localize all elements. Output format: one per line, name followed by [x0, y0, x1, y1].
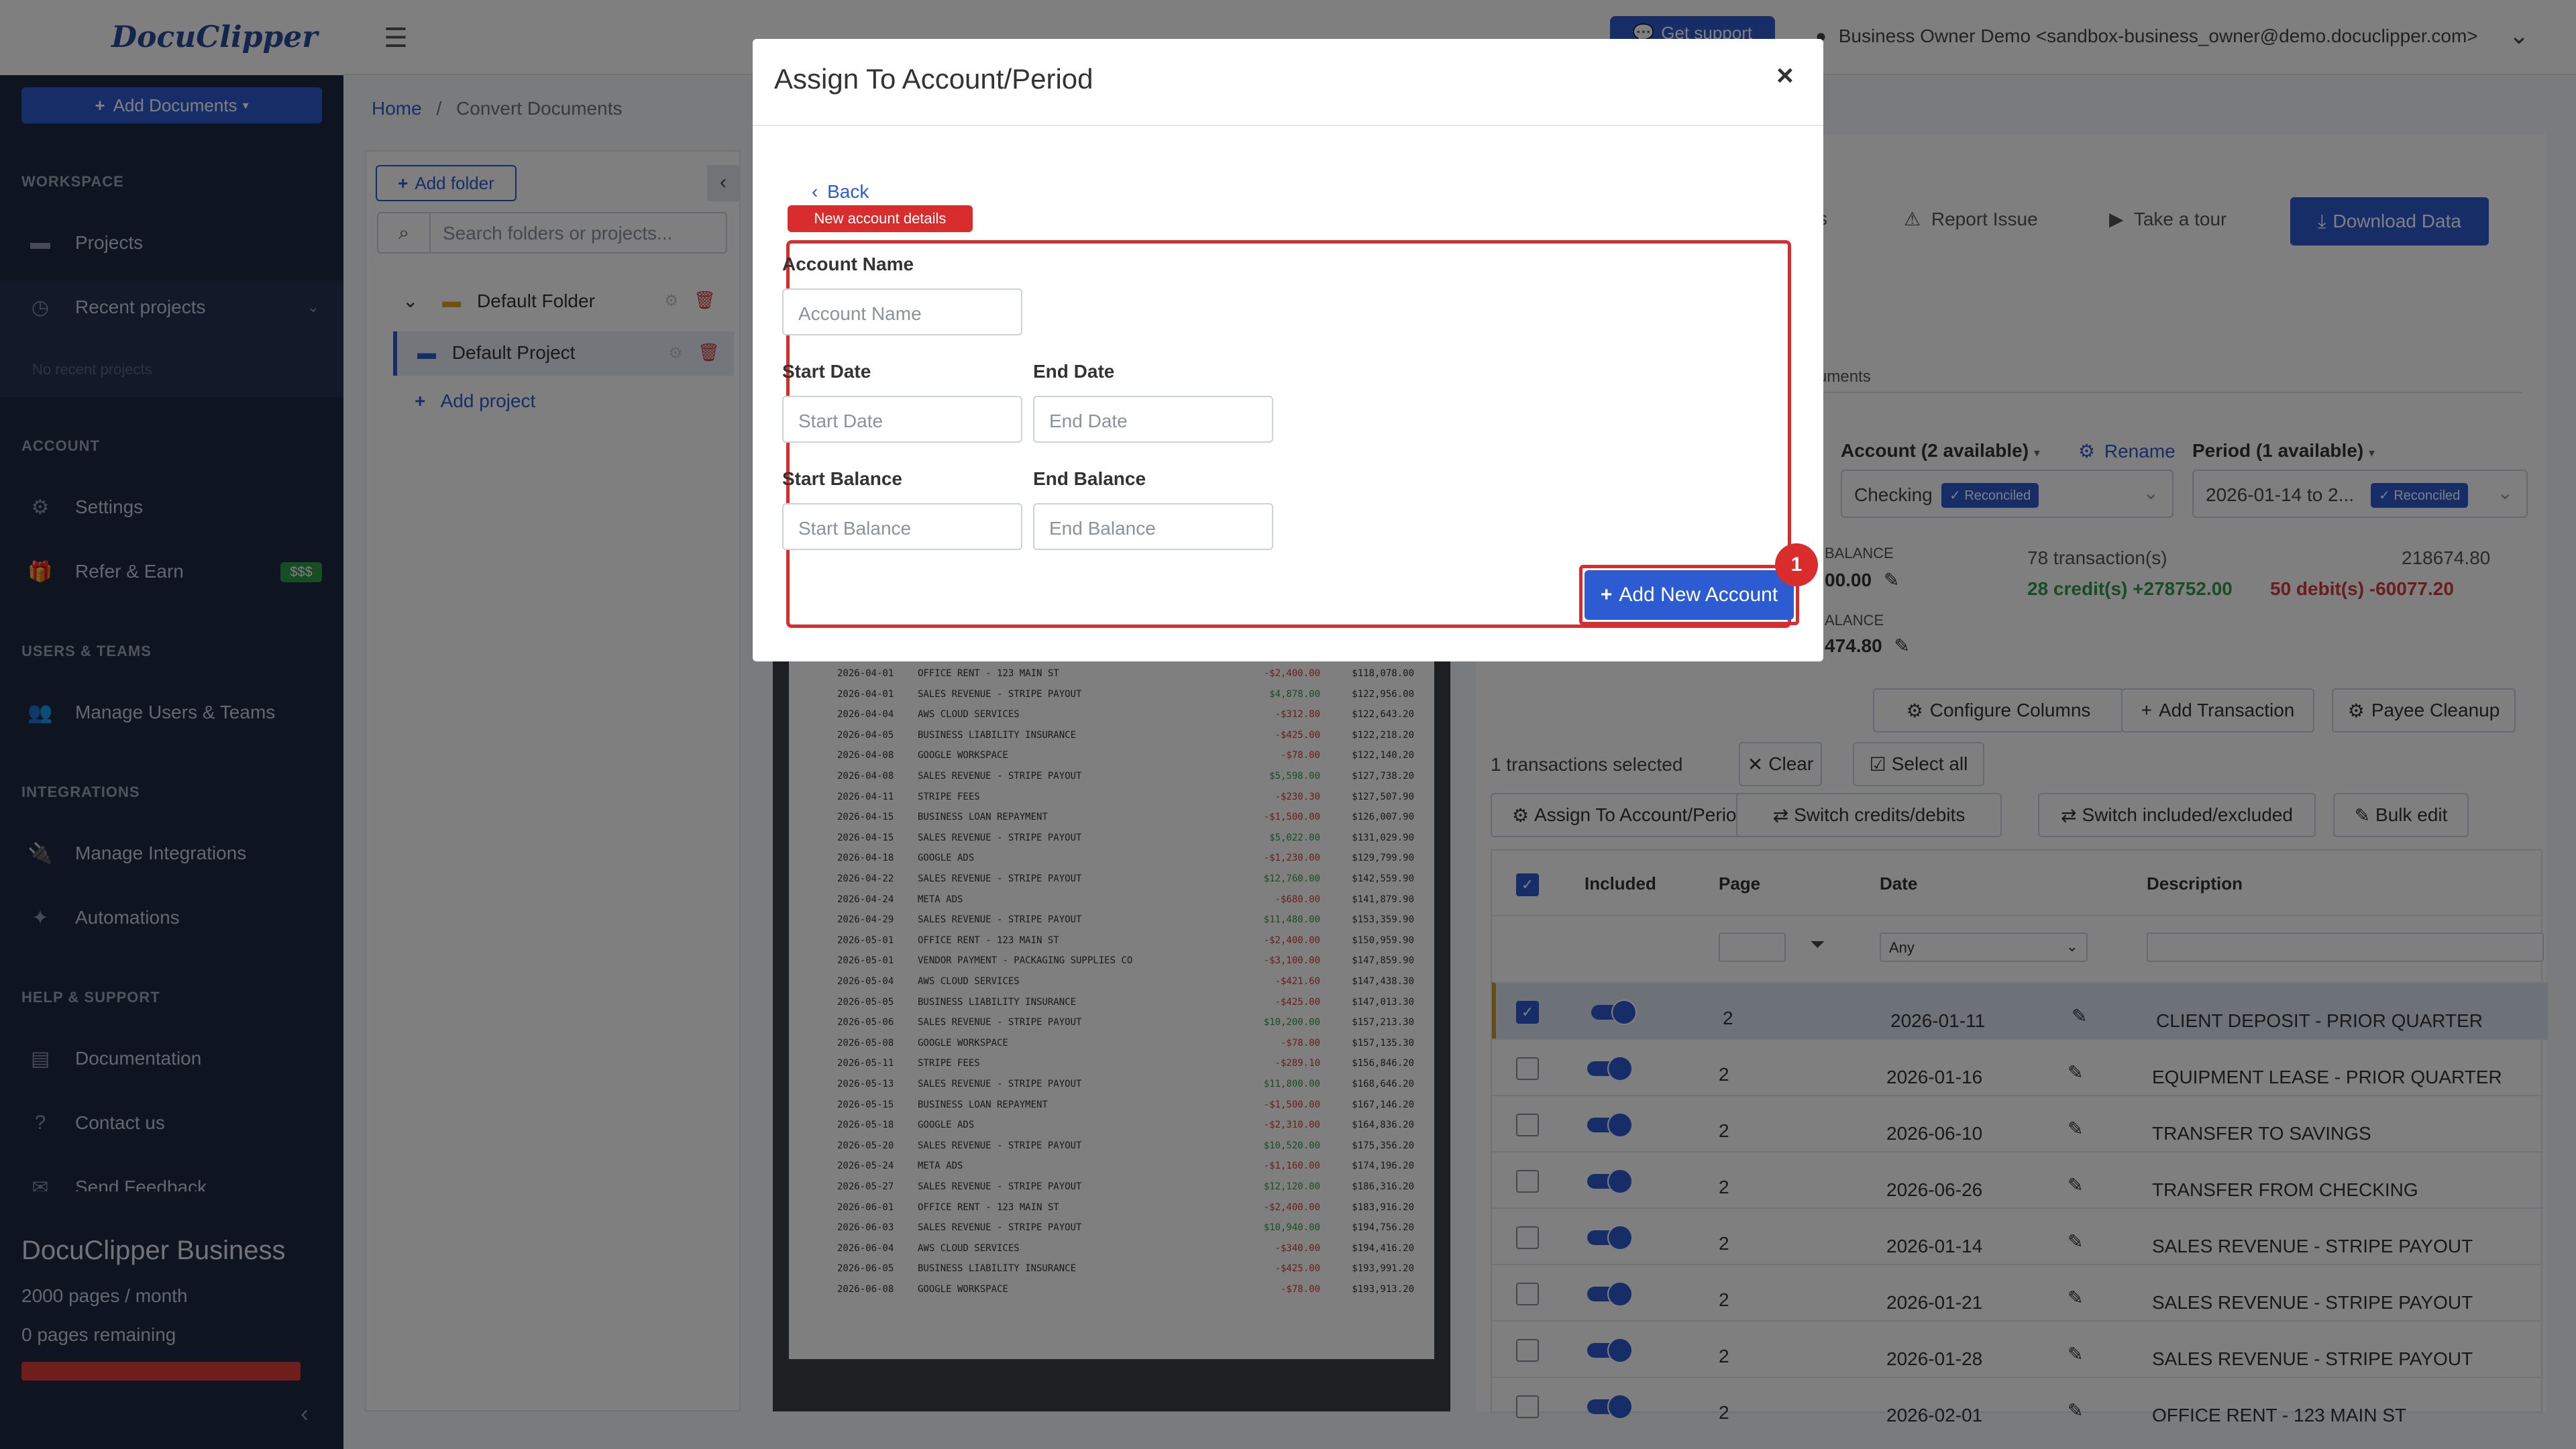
start-date-input[interactable]: Start Date [782, 396, 1022, 443]
close-icon[interactable]: × [1776, 59, 1794, 93]
end-balance-field-label: End Balance [1033, 468, 1146, 489]
start-balance-placeholder: Start Balance [798, 518, 912, 539]
end-balance-placeholder: End Balance [1049, 518, 1156, 539]
chevron-left-icon: ‹ [812, 181, 818, 202]
back-link[interactable]: ‹ Back [812, 181, 869, 203]
end-balance-input[interactable]: End Balance [1033, 503, 1273, 550]
start-balance-field-label: Start Balance [782, 468, 902, 489]
account-name-placeholder: Account Name [798, 303, 922, 324]
add-new-account-label: Add New Account [1619, 584, 1778, 606]
back-label: Back [827, 181, 869, 202]
add-new-account-button[interactable]: + Add New Account [1585, 570, 1794, 620]
account-name-label: Account Name [782, 254, 914, 274]
account-name-input[interactable]: Account Name [782, 288, 1022, 335]
step-indicator: 1 [1775, 543, 1818, 586]
end-date-input[interactable]: End Date [1033, 396, 1273, 443]
modal-title: Assign To Account/Period [774, 63, 1093, 95]
start-balance-input[interactable]: Start Balance [782, 503, 1022, 550]
start-date-label: Start Date [782, 361, 871, 382]
new-account-details-badge: New account details [788, 205, 973, 232]
end-date-label: End Date [1033, 361, 1115, 382]
start-date-placeholder: Start Date [798, 411, 883, 431]
plus-icon: + [1600, 584, 1613, 606]
end-date-placeholder: End Date [1049, 411, 1128, 431]
app-root: DocuClipper + Add Documents ▾ WORKSPACE … [0, 0, 2576, 1449]
assign-account-modal: Assign To Account/Period × ‹ Back New ac… [753, 39, 1823, 661]
